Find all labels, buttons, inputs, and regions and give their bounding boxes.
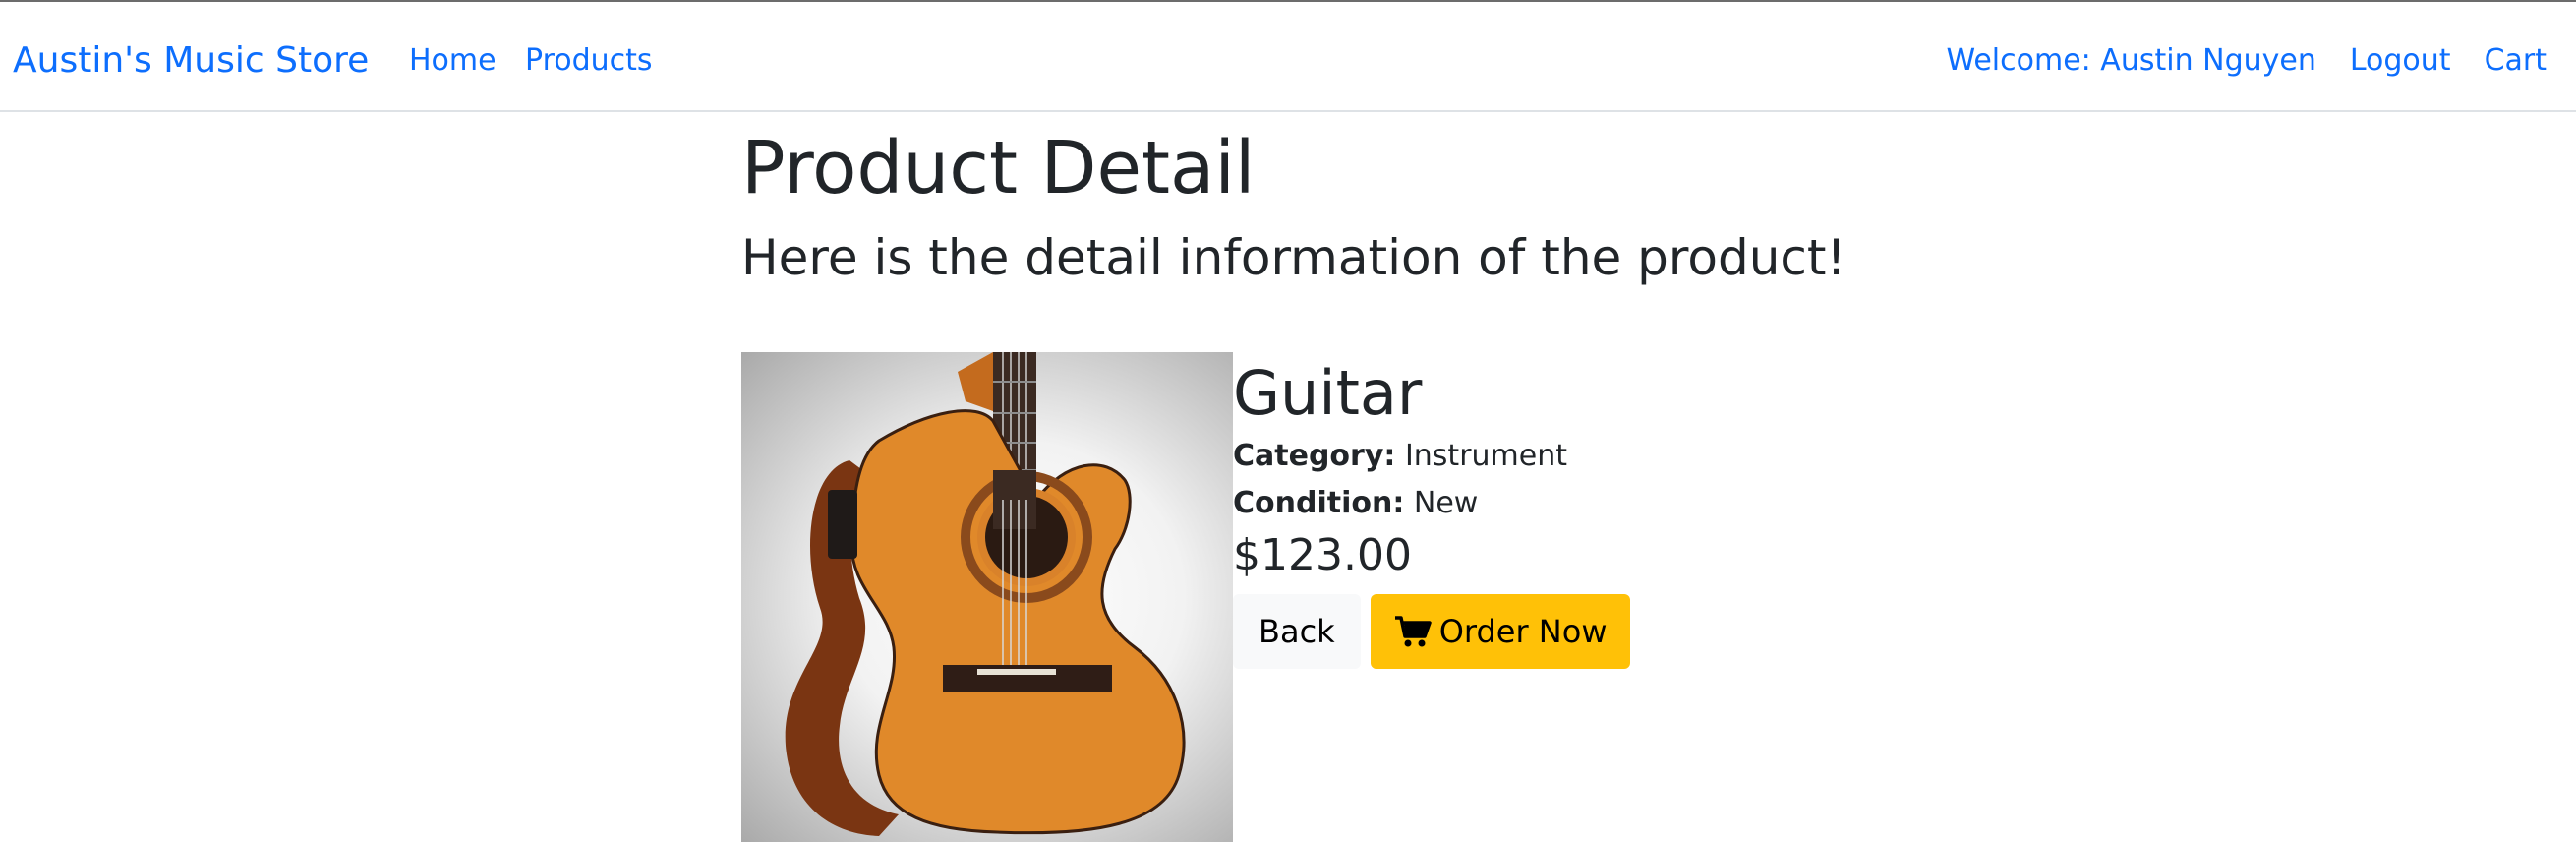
order-now-label: Order Now [1438, 613, 1608, 650]
cart-link[interactable]: Cart [2485, 40, 2547, 82]
condition-value: New [1413, 486, 1479, 520]
page-subtitle: Here is the detail information of the pr… [741, 229, 1846, 286]
category-label: Category: [1233, 439, 1396, 473]
welcome-user-link[interactable]: Welcome: Austin Nguyen [1946, 40, 2315, 82]
logout-link[interactable]: Logout [2350, 40, 2451, 82]
back-button[interactable]: Back [1233, 594, 1361, 669]
product-price: $123.00 [1233, 530, 1412, 580]
product-condition: Condition: New [1233, 480, 2118, 527]
nav-home-link[interactable]: Home [409, 40, 497, 82]
product-actions: Back Order Now [1233, 594, 2118, 669]
product-image [741, 352, 1233, 842]
navbar-user-menu: Welcome: Austin Nguyen Logout Cart [1946, 40, 2547, 82]
guitar-image [785, 352, 1186, 836]
product-name: Guitar [1233, 357, 1423, 429]
back-button-label: Back [1259, 613, 1335, 650]
navbar: Austin's Music Store Home Products Welco… [0, 2, 2576, 112]
brand-link[interactable]: Austin's Music Store [13, 37, 369, 85]
product-detail-panel: Guitar Category: Instrument Condition: N… [1233, 354, 2118, 669]
order-now-button[interactable]: Order Now [1370, 594, 1631, 669]
nav-products-link[interactable]: Products [525, 40, 653, 82]
product-category: Category: Instrument [1233, 433, 2118, 480]
shopping-cart-icon [1394, 616, 1432, 647]
condition-label: Condition: [1233, 486, 1405, 520]
category-value: Instrument [1404, 439, 1567, 473]
page-title: Product Detail [741, 126, 1256, 210]
